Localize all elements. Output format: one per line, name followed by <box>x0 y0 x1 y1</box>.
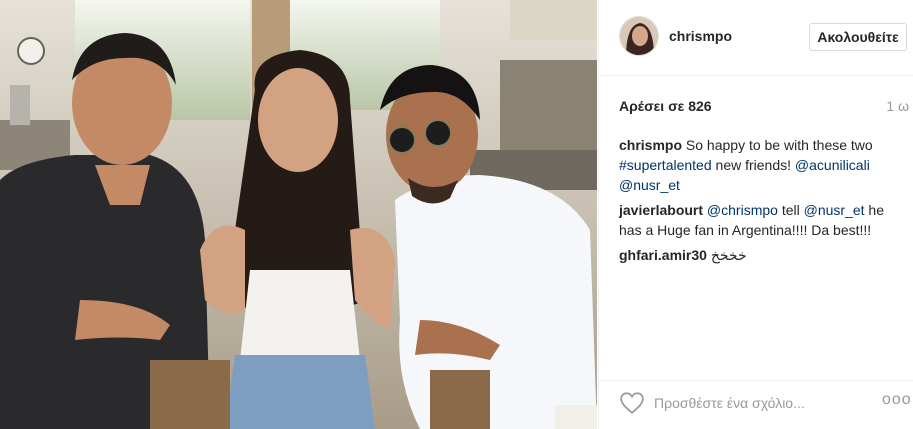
stats-row: Αρέσει σε 826 1 ω <box>619 98 909 118</box>
more-options-button[interactable]: ooo <box>882 391 912 409</box>
comment-item: ghfari.amir30 خخخخ <box>619 245 909 265</box>
add-comment-input[interactable] <box>654 390 864 416</box>
comment-text: So happy to be with these two <box>685 137 873 153</box>
avatar-image <box>620 17 658 55</box>
comment-text: tell <box>777 202 804 218</box>
post-timestamp[interactable]: 1 ω <box>886 98 909 114</box>
comment-bar: ooo <box>599 380 913 429</box>
mention-link[interactable]: @acunilicali <box>795 157 870 173</box>
mention-link[interactable]: @nusr_et <box>804 202 865 218</box>
post-sidebar: chrismpo Ακολουθείτε Αρέσει σε 826 1 ω c… <box>598 0 913 429</box>
following-button[interactable]: Ακολουθείτε <box>809 23 907 51</box>
photo-illustration <box>0 0 597 429</box>
heart-icon[interactable] <box>619 390 645 416</box>
comment-text: new friends! <box>711 157 795 173</box>
comment-item: chrismpo So happy to be with these two #… <box>619 135 909 195</box>
post-header: chrismpo Ακολουθείτε <box>599 0 913 76</box>
comment-list: chrismpo So happy to be with these two #… <box>619 135 909 270</box>
post-photo[interactable] <box>0 0 597 429</box>
comment-username[interactable]: chrismpo <box>619 137 682 153</box>
mention-link[interactable]: @chrismpo <box>707 202 778 218</box>
mention-link[interactable]: @nusr_et <box>619 177 680 193</box>
comment-text: خخخخ <box>710 247 747 263</box>
hashtag-link[interactable]: #supertalented <box>619 157 712 173</box>
post-author-username[interactable]: chrismpo <box>669 28 732 44</box>
comment-username[interactable]: ghfari.amir30 <box>619 247 707 263</box>
avatar[interactable] <box>619 16 659 56</box>
comment-item: javierlabourt @chrismpo tell @nusr_et he… <box>619 200 909 240</box>
likes-count[interactable]: Αρέσει σε 826 <box>619 98 712 114</box>
comment-username[interactable]: javierlabourt <box>619 202 703 218</box>
